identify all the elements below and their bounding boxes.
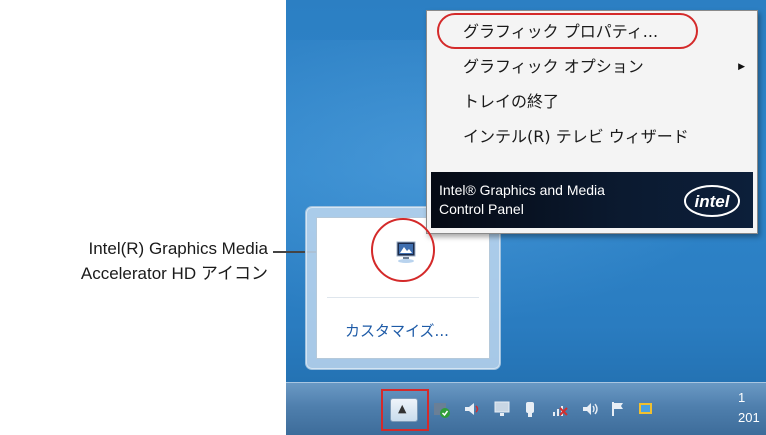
banner-line-1: Intel® Graphics and Media (439, 182, 605, 198)
intel-control-panel-banner[interactable]: Intel® Graphics and Media Control Panel … (431, 172, 753, 228)
taskbar-clock[interactable]: 1 201 (738, 388, 760, 428)
action-center-flag-icon[interactable] (608, 399, 628, 419)
power-plug-icon[interactable] (520, 399, 540, 419)
highlight-show-hidden-button (381, 389, 429, 431)
security-shield-icon[interactable] (432, 399, 452, 419)
highlight-graphics-properties (437, 13, 698, 49)
menu-item-graphics-options[interactable]: グラフィック オプション ▶ (427, 51, 757, 83)
clock-date: 201 (738, 410, 760, 425)
intel-logo-icon: intel (684, 185, 740, 217)
menu-item-label: トレイの終了 (463, 92, 560, 111)
volume-icon[interactable] (580, 399, 600, 419)
banner-line-2: Control Panel (439, 201, 524, 217)
intel-logo-text: intel (695, 192, 731, 211)
app-tray-icon[interactable] (636, 399, 656, 419)
submenu-arrow-icon: ▶ (738, 62, 745, 72)
speaker-icon[interactable] (462, 399, 482, 419)
banner-text: Intel® Graphics and Media Control Panel (439, 181, 605, 219)
menu-item-label: グラフィック オプション (463, 57, 644, 76)
highlight-graphics-icon (371, 218, 435, 282)
callout-label: Intel(R) Graphics Media Accelerator HD ア… (0, 236, 268, 286)
network-monitor-icon[interactable] (492, 399, 512, 419)
menu-item-label: インテル(R) テレビ ウィザード (463, 127, 689, 146)
menu-item-tv-wizard[interactable]: インテル(R) テレビ ウィザード (427, 121, 757, 153)
menu-item-exit-tray[interactable]: トレイの終了 (427, 86, 757, 118)
wireless-signal-icon[interactable] (550, 399, 570, 419)
callout-line-2: Accelerator HD アイコン (80, 264, 268, 283)
customize-link[interactable]: カスタマイズ... (345, 320, 449, 341)
clock-time: 1 (738, 390, 746, 405)
callout-line-1: Intel(R) Graphics Media (88, 239, 268, 258)
overflow-divider (327, 297, 479, 298)
